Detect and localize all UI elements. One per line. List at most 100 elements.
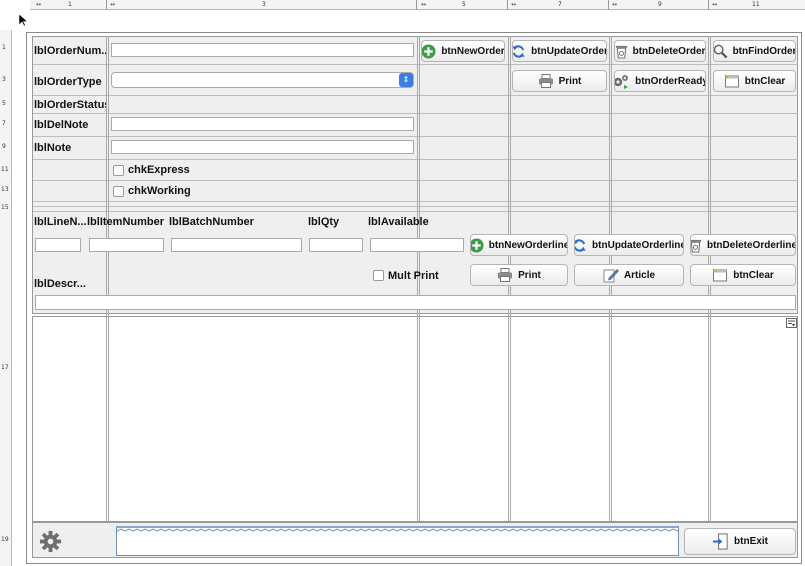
status-field	[116, 526, 679, 556]
column-guide	[609, 317, 610, 522]
mult-print-checkbox[interactable]	[373, 270, 384, 281]
note-input[interactable]	[111, 140, 414, 154]
del-note-input[interactable]	[111, 117, 414, 131]
delete-orderline-button-label: btnDeleteOrderline	[706, 239, 796, 251]
delete-orderline-button[interactable]: btnDeleteOrderline	[690, 234, 796, 256]
update-order-button-label: btnUpdateOrder	[531, 45, 607, 57]
ruler-mark: 7	[558, 1, 562, 8]
note-label: lblNote	[34, 142, 72, 154]
item-number-label: lblItemNumber	[87, 216, 165, 228]
batch-number-input[interactable]	[171, 238, 302, 252]
line-number-label: lblLineN...	[34, 216, 86, 228]
order-type-label: lblOrderType	[34, 76, 102, 88]
new-orderline-button[interactable]: btnNewOrderline	[470, 234, 568, 256]
column-guide	[611, 317, 612, 522]
exit-button-label: btnExit	[734, 536, 768, 547]
clear-window-icon	[724, 74, 739, 88]
pencil-edit-icon	[603, 269, 619, 283]
column-chooser-icon[interactable]	[786, 318, 797, 328]
row-divider	[33, 180, 798, 181]
ruler-mark: 1	[68, 1, 72, 8]
available-input[interactable]	[370, 238, 464, 252]
clear-order-button[interactable]: btnClear	[713, 70, 796, 92]
ruler-arrow-icon: ↔	[36, 1, 42, 8]
row-divider	[33, 211, 798, 212]
ruler-arrow-icon: ↔	[511, 1, 517, 8]
exit-door-icon	[712, 533, 728, 550]
gear-icon[interactable]	[39, 530, 62, 553]
ruler-divider	[708, 0, 709, 10]
delete-order-button[interactable]: btnDeleteOrder	[614, 40, 706, 62]
batch-number-label: lblBatchNumber	[169, 216, 254, 228]
qty-input[interactable]	[309, 238, 363, 252]
del-note-label: lblDelNote	[34, 119, 89, 131]
wave-border-icon	[117, 528, 678, 532]
ruler-mark: 9	[2, 143, 6, 150]
ruler-arrow-icon: ↔	[612, 1, 618, 8]
order-ready-button[interactable]: btnOrderReady	[614, 70, 706, 92]
printer-icon	[498, 268, 513, 282]
ruler-mark: 11	[1, 166, 9, 173]
update-orderline-button-label: btnUpdateOrderline	[592, 239, 684, 251]
ruler-divider	[507, 0, 508, 10]
row-divider	[33, 95, 798, 96]
printer-icon	[538, 74, 553, 88]
ruler-arrow-icon: ↔	[712, 1, 718, 8]
express-checkbox[interactable]	[113, 165, 124, 176]
column-guide	[710, 317, 711, 522]
print-order-button[interactable]: Print	[512, 70, 607, 92]
ruler-mark: 5	[2, 100, 6, 107]
ruler-arrow-icon: ↔	[110, 1, 116, 8]
line-number-input[interactable]	[35, 238, 81, 252]
find-order-button[interactable]: btnFindOrder	[713, 40, 796, 62]
ruler-arrow-icon: ↔	[421, 1, 427, 8]
chevron-up-down-icon: ⇕	[399, 73, 413, 87]
ruler-divider	[608, 0, 609, 10]
ruler-mark: 15	[1, 204, 9, 211]
top-ruler: ↔ 1 ↔ 3 ↔ 5 ↔ 7 ↔ 9 ↔ 11	[30, 0, 805, 10]
refresh-arrows-icon	[575, 238, 586, 252]
print-order-button-label: Print	[558, 75, 582, 87]
row-divider	[33, 206, 798, 207]
row-divider	[33, 136, 798, 137]
plus-circle-icon	[422, 43, 436, 59]
qty-label: lblQty	[308, 216, 340, 228]
mult-print-checkbox-label: Mult Print	[388, 270, 439, 282]
ruler-divider	[106, 0, 107, 10]
ruler-mark: 9	[658, 1, 662, 8]
update-order-button[interactable]: btnUpdateOrder	[512, 40, 607, 62]
working-checkbox[interactable]	[113, 186, 124, 197]
row-divider	[33, 159, 798, 160]
column-guide	[417, 317, 418, 522]
mouse-cursor-icon	[19, 14, 28, 27]
order-type-select[interactable]: ⇕	[111, 72, 414, 88]
article-button-label: Article	[623, 269, 656, 281]
update-orderline-button[interactable]: btnUpdateOrderline	[574, 234, 684, 256]
trash-icon	[691, 239, 702, 253]
ruler-mark: 3	[2, 76, 6, 83]
gears-icon	[615, 75, 629, 89]
new-order-button[interactable]: btnNewOrder	[421, 40, 505, 62]
express-checkbox-label: chkExpress	[128, 164, 190, 176]
item-number-input[interactable]	[89, 238, 164, 252]
article-button[interactable]: Article	[574, 264, 684, 286]
clear-orderline-button[interactable]: btnClear	[690, 264, 796, 286]
order-number-input[interactable]	[111, 43, 414, 57]
print-orderline-button[interactable]: Print	[470, 264, 568, 286]
exit-button[interactable]: btnExit	[684, 528, 796, 555]
clear-orderline-button-label: btnClear	[733, 269, 774, 281]
order-status-label: lblOrderStatus	[34, 99, 106, 111]
delete-order-button-label: btnDeleteOrder	[632, 45, 706, 57]
ruler-divider	[416, 0, 417, 10]
ruler-mark: 5	[462, 1, 466, 8]
orderline-list[interactable]	[32, 316, 798, 522]
new-orderline-button-label: btnNewOrderline	[488, 239, 568, 251]
ruler-mark: 7	[2, 120, 6, 127]
description-input[interactable]	[35, 295, 796, 310]
new-order-button-label: btnNewOrder	[441, 45, 505, 57]
ruler-mark: 17	[1, 364, 9, 371]
print-orderline-button-label: Print	[518, 269, 541, 281]
column-guide	[510, 317, 511, 522]
plus-circle-icon	[471, 237, 484, 253]
row-divider	[33, 64, 798, 65]
